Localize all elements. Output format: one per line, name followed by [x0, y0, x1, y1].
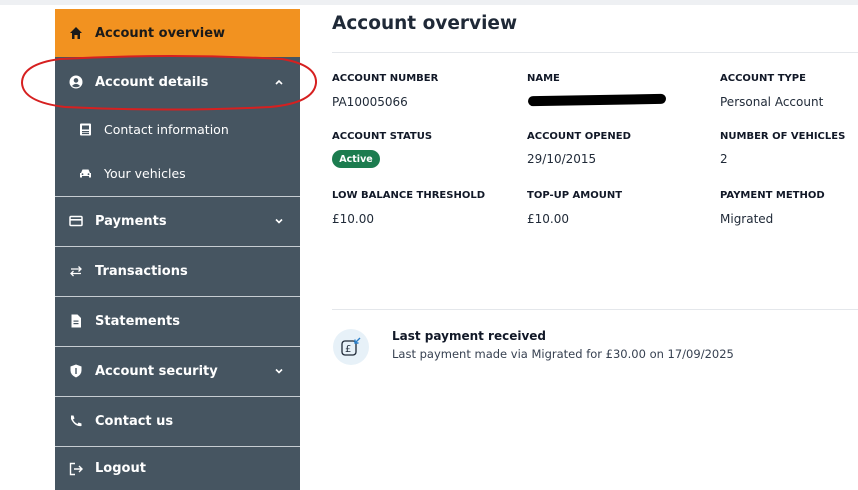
number-of-vehicles-value: 2	[720, 152, 728, 166]
low-balance-threshold-label: LOW BALANCE THRESHOLD	[332, 190, 485, 201]
sidebar-item-contact-us[interactable]: Contact us	[55, 397, 300, 445]
divider	[332, 52, 858, 53]
phone-icon	[69, 414, 83, 428]
top-up-amount-value: £10.00	[527, 212, 569, 226]
sidebar-item-label: Account security	[95, 363, 218, 379]
id-card-icon	[79, 123, 92, 136]
sidebar-item-logout[interactable]: Logout	[55, 447, 300, 490]
sidebar-item-account-security[interactable]: Account security	[55, 347, 300, 395]
page-title: Account overview	[332, 13, 518, 34]
sidebar-item-label: Payments	[95, 213, 167, 229]
logout-icon	[69, 462, 83, 476]
account-status-label: ACCOUNT STATUS	[332, 131, 433, 142]
home-icon	[69, 26, 83, 40]
account-opened-label: ACCOUNT OPENED	[527, 131, 631, 142]
document-icon	[69, 314, 83, 328]
payment-method-label: PAYMENT METHOD	[720, 190, 825, 201]
sidebar-item-transactions[interactable]: Transactions	[55, 247, 300, 295]
sidebar-item-label: Statements	[95, 313, 180, 329]
chevron-down-icon[interactable]	[274, 366, 284, 376]
sidebar-subitem-your-vehicles[interactable]: Your vehicles	[55, 151, 300, 195]
sidebar-item-label: Logout	[95, 461, 146, 476]
account-number-value: PA10005066	[332, 95, 408, 109]
payment-received-icon: £	[333, 329, 369, 365]
arrows-exchange-icon	[69, 264, 83, 278]
account-type-value: Personal Account	[720, 95, 824, 109]
chevron-down-icon[interactable]	[274, 216, 284, 226]
account-opened-value: 29/10/2015	[527, 152, 597, 166]
sidebar-item-label: Transactions	[95, 263, 188, 279]
payment-method-value: Migrated	[720, 212, 774, 226]
sidebar-subitem-contact-information[interactable]: Contact information	[55, 108, 300, 151]
top-up-amount-label: TOP-UP AMOUNT	[527, 190, 623, 201]
credit-card-icon	[69, 214, 83, 228]
sidebar-item-account-overview[interactable]: Account overview	[55, 9, 300, 57]
redacted-name	[527, 93, 667, 107]
shield-icon	[69, 364, 83, 378]
sidebar-subitem-label: Your vehicles	[104, 165, 186, 181]
sidebar-item-statements[interactable]: Statements	[55, 297, 300, 345]
account-type-label: ACCOUNT TYPE	[720, 73, 806, 84]
account-number-label: ACCOUNT NUMBER	[332, 73, 439, 84]
sidebar-subitem-label: Contact information	[104, 122, 229, 137]
svg-text:£: £	[345, 344, 351, 355]
status-badge: Active	[332, 150, 380, 168]
sidebar-item-label: Contact us	[95, 413, 174, 429]
annotation-circle	[20, 55, 318, 111]
last-payment-description: Last payment made via Migrated for £30.0…	[392, 347, 734, 361]
sidebar-item-payments[interactable]: Payments	[55, 197, 300, 245]
divider	[332, 309, 858, 310]
last-payment-title: Last payment received	[392, 329, 547, 343]
low-balance-threshold-value: £10.00	[332, 212, 374, 226]
car-icon	[79, 167, 92, 180]
number-of-vehicles-label: NUMBER OF VEHICLES	[720, 131, 846, 142]
top-strip	[0, 0, 858, 5]
sidebar-item-label: Account overview	[95, 25, 226, 41]
name-label: NAME	[527, 73, 560, 84]
